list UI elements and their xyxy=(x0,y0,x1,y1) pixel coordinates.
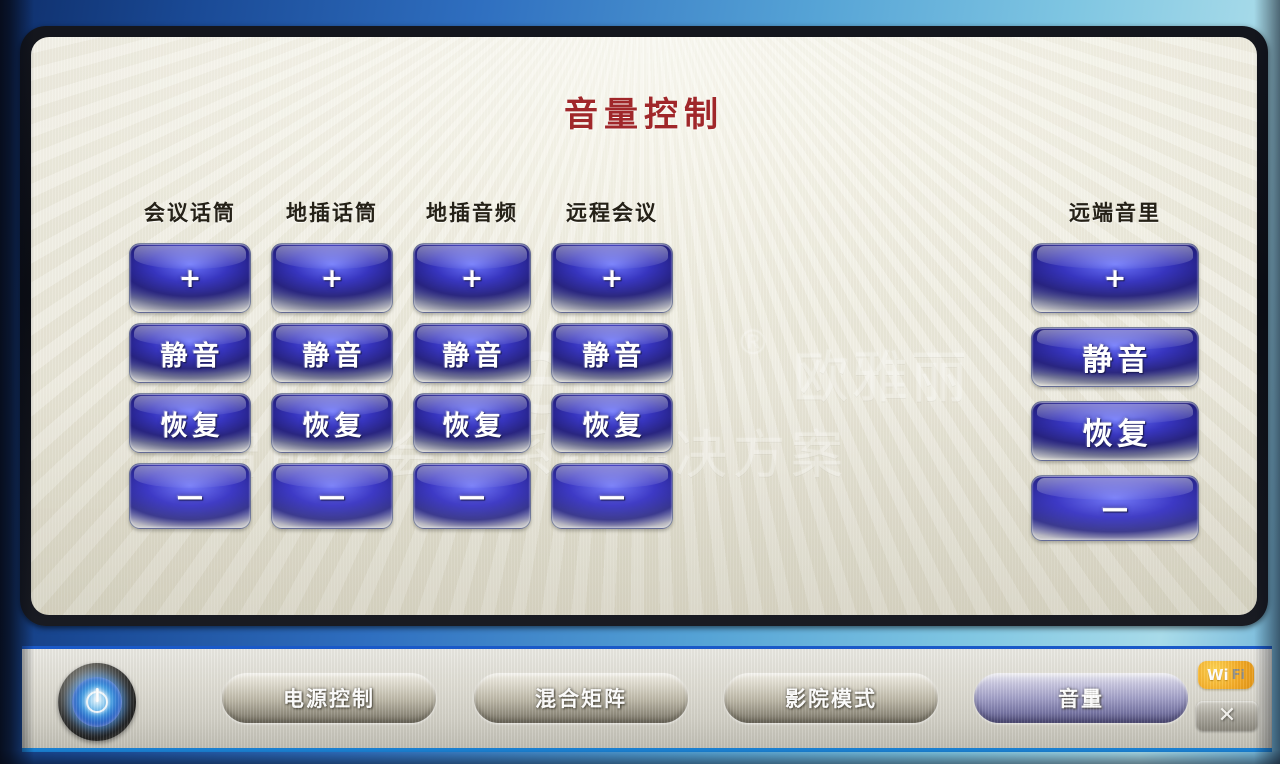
increase-label: + xyxy=(1103,262,1127,294)
increase-button-3[interactable]: + xyxy=(413,243,531,313)
mute-button-5[interactable]: 静音 xyxy=(1031,327,1199,387)
nav-pill-label: 混合矩阵 xyxy=(535,687,627,711)
wifi-icon-wi-text: Wi xyxy=(1206,666,1229,684)
volume-control-grid: 会议话筒 + 静音恢复 — 地插话筒 + 静音恢复 — 地插音频 + 静音恢复 — 远程会议 + 静音恢复 —… xyxy=(31,37,1257,615)
restore-label: 恢复 xyxy=(302,410,367,442)
increase-button-2[interactable]: + xyxy=(271,243,393,313)
nav-pill-label: 电源控制 xyxy=(283,687,375,711)
nav-pill-cinema-mode[interactable]: 影院模式 xyxy=(724,673,938,723)
decrease-label: — xyxy=(176,480,204,512)
mute-label: 静音 xyxy=(302,340,367,372)
mute-button-3[interactable]: 静音 xyxy=(413,323,531,383)
key-stack: + 静音恢复 — xyxy=(1031,243,1199,541)
decrease-button-4[interactable]: — xyxy=(551,463,673,529)
restore-button-5[interactable]: 恢复 xyxy=(1031,401,1199,461)
increase-button-4[interactable]: + xyxy=(551,243,673,313)
restore-button-4[interactable]: 恢复 xyxy=(551,393,673,453)
restore-label: 恢复 xyxy=(160,410,225,442)
wifi-icon: Wi Fi xyxy=(1198,661,1254,689)
touch-panel-device: oyalee ® 欧雅丽 智能化会议系统解决方案 音量控制 会议话筒+静音恢复—… xyxy=(0,0,1280,764)
nav-pill-label: 影院模式 xyxy=(785,687,877,711)
decrease-button-5[interactable]: — xyxy=(1031,475,1199,541)
volume-column-3: 地插音频 + 静音恢复 — xyxy=(413,197,531,529)
screen-panel: oyalee ® 欧雅丽 智能化会议系统解决方案 音量控制 会议话筒+静音恢复—… xyxy=(31,37,1257,615)
nav-pill-label: 音量 xyxy=(1058,687,1104,711)
decrease-button-3[interactable]: — xyxy=(413,463,531,529)
restore-button-2[interactable]: 恢复 xyxy=(271,393,393,453)
volume-column-4: 远程会议 + 静音恢复 — xyxy=(551,197,673,529)
increase-label: + xyxy=(320,262,344,294)
increase-button-1[interactable]: + xyxy=(129,243,251,313)
increase-button-5[interactable]: + xyxy=(1031,243,1199,313)
restore-button-1[interactable]: 恢复 xyxy=(129,393,251,453)
decrease-button-2[interactable]: — xyxy=(271,463,393,529)
mute-label: 静音 xyxy=(160,340,225,372)
screen-bezel: oyalee ® 欧雅丽 智能化会议系统解决方案 音量控制 会议话筒+静音恢复—… xyxy=(20,26,1268,626)
restore-label: 恢复 xyxy=(1082,417,1153,452)
decrease-label: — xyxy=(598,480,626,512)
key-stack: + 静音恢复 — xyxy=(551,243,673,529)
column-header: 地插话筒 xyxy=(286,201,378,225)
mute-button-4[interactable]: 静音 xyxy=(551,323,673,383)
bottom-navigation-bar: 电源控制 混合矩阵 影院模式 音量 Wi Fi ✕ xyxy=(22,646,1272,752)
increase-label: + xyxy=(178,262,202,294)
mute-button-2[interactable]: 静音 xyxy=(271,323,393,383)
mute-label: 静音 xyxy=(1082,343,1153,378)
close-button[interactable]: ✕ xyxy=(1196,701,1258,731)
restore-label: 恢复 xyxy=(582,410,647,442)
mute-button-1[interactable]: 静音 xyxy=(129,323,251,383)
power-icon xyxy=(86,691,108,713)
decrease-label: — xyxy=(458,480,486,512)
column-header: 会议话筒 xyxy=(144,201,236,225)
close-icon: ✕ xyxy=(1217,703,1237,728)
power-button[interactable] xyxy=(58,663,136,741)
restore-label: 恢复 xyxy=(442,410,507,442)
volume-column-2: 地插话筒 + 静音恢复 — xyxy=(271,197,393,529)
increase-label: + xyxy=(460,262,484,294)
key-stack: + 静音恢复 — xyxy=(413,243,531,529)
restore-button-3[interactable]: 恢复 xyxy=(413,393,531,453)
nav-pill-power-control[interactable]: 电源控制 xyxy=(222,673,436,723)
key-stack: + 静音恢复 — xyxy=(271,243,393,529)
decrease-button-1[interactable]: — xyxy=(129,463,251,529)
mute-label: 静音 xyxy=(582,340,647,372)
key-stack: + 静音恢复 — xyxy=(129,243,251,529)
volume-column-5: 远端音里 + 静音恢复 — xyxy=(1031,197,1199,541)
nav-pill-mixing-matrix[interactable]: 混合矩阵 xyxy=(474,673,688,723)
column-header: 远端音里 xyxy=(1069,201,1161,225)
increase-label: + xyxy=(600,262,624,294)
column-header: 远程会议 xyxy=(566,201,658,225)
mute-label: 静音 xyxy=(442,340,507,372)
volume-column-1: 会议话筒 + 静音恢复 — xyxy=(129,197,251,529)
column-header: 地插音频 xyxy=(426,201,518,225)
power-button-core xyxy=(72,677,122,727)
decrease-label: — xyxy=(318,480,346,512)
nav-pill-volume[interactable]: 音量 xyxy=(974,673,1188,723)
decrease-label: — xyxy=(1101,492,1129,524)
wifi-icon-fi-text: Fi xyxy=(1231,667,1246,683)
